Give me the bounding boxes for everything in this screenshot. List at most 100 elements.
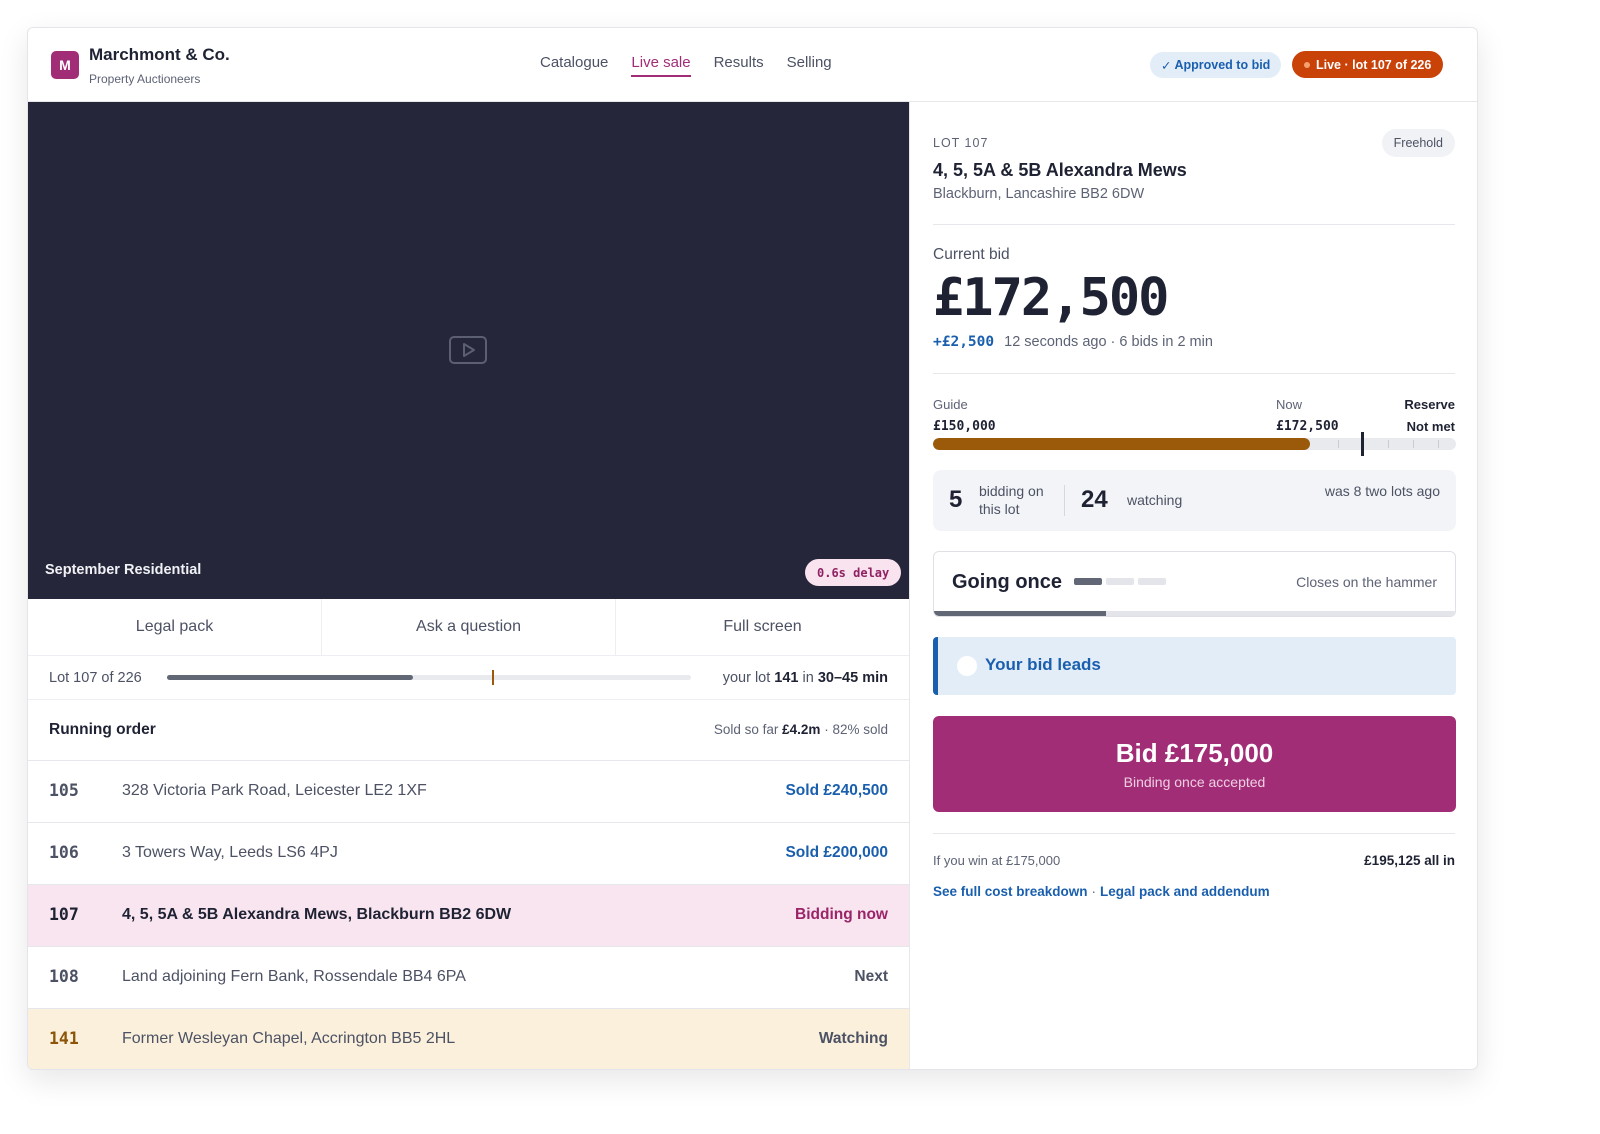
approved-label: Approved to bid xyxy=(1174,58,1271,72)
live-badge[interactable]: Live · lot 107 of 226 xyxy=(1292,51,1444,78)
now-label: Now xyxy=(1276,397,1303,412)
going-segment xyxy=(1138,578,1166,585)
sold-so-far-value: £4.2m xyxy=(782,722,821,737)
lot-number: 106 xyxy=(49,843,79,862)
brand-name: Marchmont & Co. xyxy=(89,45,230,64)
approved-badge: ✓ Approved to bid xyxy=(1150,52,1282,78)
going-segment xyxy=(1074,578,1102,585)
lot-row-current[interactable]: 107 4, 5, 5A & 5B Alexandra Mews, Blackb… xyxy=(28,885,909,947)
bidding-count: 5 xyxy=(949,486,963,513)
brand-subtitle: Property Auctioneers xyxy=(89,72,201,86)
running-order-header: Running order Sold so far £4.2m · 82% so… xyxy=(28,700,909,761)
reserve-marker xyxy=(1360,432,1364,456)
status-circle-icon xyxy=(957,656,977,676)
nav-catalogue[interactable]: Catalogue xyxy=(540,54,608,77)
nav-live-sale[interactable]: Live sale xyxy=(631,54,691,77)
lot-number: 107 xyxy=(49,905,79,924)
lot-location: Blackburn, Lancashire BB2 6DW xyxy=(933,186,1145,202)
legal-pack-button[interactable]: Legal pack xyxy=(28,599,322,655)
bid-activity: +£2,500 12 seconds ago · 6 bids in 2 min xyxy=(933,334,1213,350)
guide-progress-track xyxy=(933,438,1456,450)
bidding-panel: LOT 107 Freehold 4, 5, 5A & 5B Alexandra… xyxy=(909,102,1477,1069)
lot-title: 4, 5, 5A & 5B Alexandra Mews xyxy=(933,160,1187,180)
legal-pack-addendum-link[interactable]: Legal pack and addendum xyxy=(1100,884,1270,899)
guide-tick xyxy=(1413,440,1414,448)
nav-results[interactable]: Results xyxy=(714,54,764,77)
lot-number: 141 xyxy=(49,1029,79,1048)
guide-label: Guide xyxy=(933,397,968,412)
sale-title: September Residential xyxy=(45,562,202,578)
brand-logo[interactable]: M xyxy=(51,51,79,79)
guide-value: £150,000 xyxy=(933,419,996,434)
hammer-countdown-fill xyxy=(934,611,1106,616)
video-player[interactable]: September Residential 0.6s delay xyxy=(28,102,909,599)
lot-row[interactable]: 105 328 Victoria Park Road, Leicester LE… xyxy=(28,761,909,823)
bid-leading-notice: Your bid leads xyxy=(933,637,1456,695)
going-segment xyxy=(1106,578,1134,585)
sale-progress-fill xyxy=(167,675,414,680)
sold-percent: · 82% sold xyxy=(824,722,888,737)
lot-status: Watching xyxy=(818,1030,888,1047)
live-dot-icon xyxy=(1304,61,1310,68)
video-actions: Legal pack Ask a question Full screen xyxy=(28,599,909,656)
lot-address: Land adjoining Fern Bank, Rossendale BB4… xyxy=(122,968,466,985)
lot-status: Next xyxy=(854,968,888,985)
bid-increment: +£2,500 xyxy=(933,334,995,350)
your-lot-prefix: your lot xyxy=(722,670,771,686)
your-lot-marker xyxy=(491,670,494,685)
lot-row[interactable]: 106 3 Towers Way, Leeds LS6 4PJ Sold £20… xyxy=(28,823,909,885)
main-nav: Catalogue Live sale Results Selling xyxy=(540,54,832,77)
watching-history: was 8 two lots ago xyxy=(1324,483,1440,499)
current-bid-value: £172,500 xyxy=(933,268,1169,328)
sale-progress-track xyxy=(167,670,691,685)
win-scenario: If you win at £175,000 xyxy=(933,853,1061,868)
bid-activity-meta: 12 seconds ago · 6 bids in 2 min xyxy=(1004,334,1213,350)
play-icon[interactable] xyxy=(449,336,487,364)
tenure-badge: Freehold xyxy=(1381,129,1455,157)
bid-leading-text: Your bid leads xyxy=(985,655,1101,674)
place-bid-button[interactable]: Bid £175,000 Binding once accepted xyxy=(933,716,1456,812)
bidder-stats: 5 bidding on this lot 24 watching was 8 … xyxy=(933,470,1456,531)
going-label: Going once xyxy=(952,571,1062,593)
your-lot-eta: your lot 141 in 30–45 min xyxy=(723,670,888,686)
cost-breakdown-link[interactable]: See full cost breakdown xyxy=(933,884,1088,899)
hammer-note: Closes on the hammer xyxy=(1296,574,1437,590)
full-screen-button[interactable]: Full screen xyxy=(616,599,909,655)
your-lot-number: 141 xyxy=(774,670,799,686)
now-value: £172,500 xyxy=(1276,419,1339,434)
lot-address: 3 Towers Way, Leeds LS6 4PJ xyxy=(122,844,338,861)
win-total: £195,125 all in xyxy=(1364,853,1455,868)
guide-tick xyxy=(1438,440,1439,448)
ask-question-button[interactable]: Ask a question xyxy=(322,599,616,655)
delay-badge: 0.6s delay xyxy=(805,559,902,586)
reserve-label: Reserve xyxy=(1404,397,1455,412)
sold-so-far: Sold so far £4.2m · 82% sold xyxy=(714,722,888,737)
app-window: M Marchmont & Co. Property Auctioneers C… xyxy=(27,27,1478,1070)
sold-so-far-label: Sold so far xyxy=(713,722,779,737)
divider xyxy=(933,373,1455,374)
nav-selling[interactable]: Selling xyxy=(787,54,832,77)
lot-address: 4, 5, 5A & 5B Alexandra Mews, Blackburn … xyxy=(122,906,512,923)
sale-progress: Lot 107 of 226 your lot 141 in 30–45 min xyxy=(28,656,909,700)
reserve-status: Not met xyxy=(1406,419,1455,434)
lot-status: Bidding now xyxy=(795,906,888,923)
divider xyxy=(1064,485,1065,516)
guide-progress-fill xyxy=(933,438,1310,450)
your-lot-in: in xyxy=(802,670,814,686)
divider xyxy=(933,224,1455,225)
watching-count: 24 xyxy=(1081,486,1108,513)
lot-address: Former Wesleyan Chapel, Accrington BB5 2… xyxy=(122,1030,456,1047)
lot-address: 328 Victoria Park Road, Leicester LE2 1X… xyxy=(122,782,427,799)
divider xyxy=(933,833,1455,834)
lot-status: Sold £200,000 xyxy=(785,844,888,861)
lot-number: 105 xyxy=(49,781,79,800)
your-lot-time: 30–45 min xyxy=(817,670,888,686)
running-order-title: Running order xyxy=(49,721,156,738)
lot-status: Sold £240,500 xyxy=(785,782,888,799)
link-separator: · xyxy=(1091,884,1097,899)
lot-row-watching[interactable]: 141 Former Wesleyan Chapel, Accrington B… xyxy=(28,1009,909,1069)
top-bar: M Marchmont & Co. Property Auctioneers C… xyxy=(28,28,1477,102)
current-bid-label: Current bid xyxy=(933,246,1010,263)
lot-number: 108 xyxy=(49,967,79,986)
lot-row[interactable]: 108 Land adjoining Fern Bank, Rossendale… xyxy=(28,947,909,1009)
